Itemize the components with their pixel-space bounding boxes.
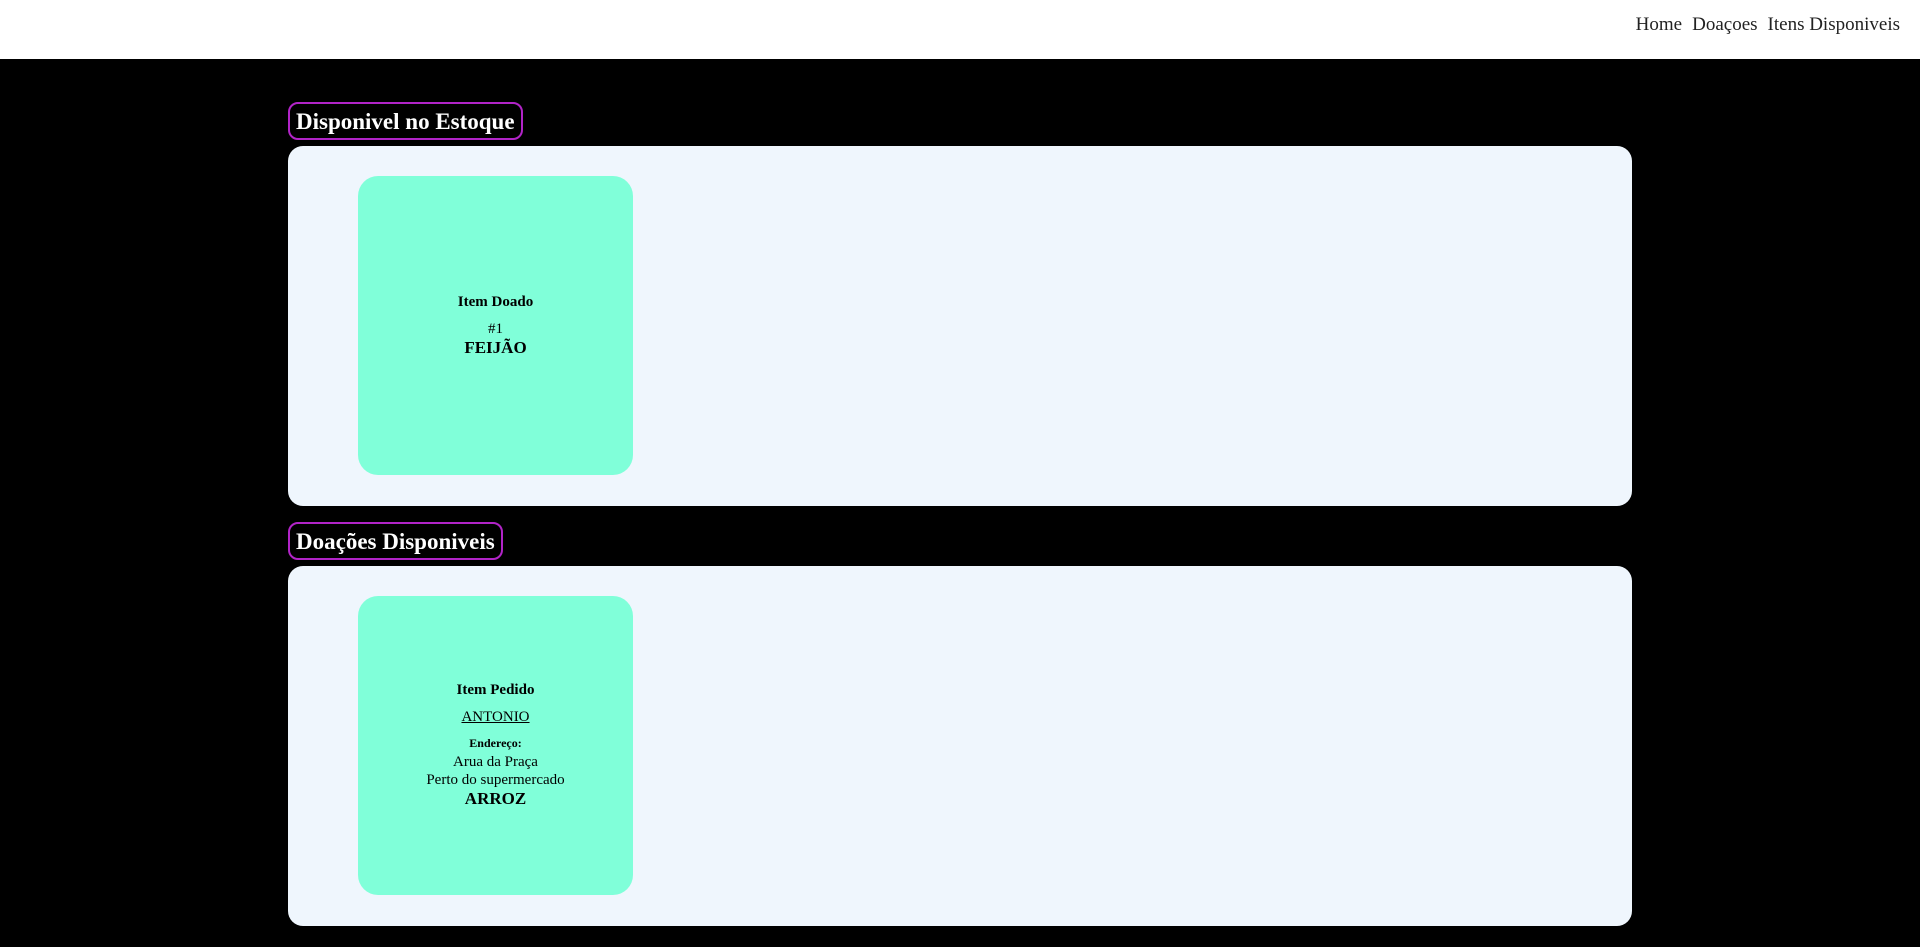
donation-request-card[interactable]: Item Pedido ANTONIO Endereço: Arua da Pr… xyxy=(358,596,633,895)
main-nav: Home Doaçoes Itens Disponiveis xyxy=(1636,14,1900,36)
nav-donations-link[interactable]: Doaçoes xyxy=(1692,14,1757,36)
nav-available-items-link[interactable]: Itens Disponiveis xyxy=(1768,14,1900,36)
donations-section-title: Doações Disponiveis xyxy=(288,522,503,560)
address-line-2: Perto do supermercado xyxy=(426,772,565,788)
stock-item-card[interactable]: Item Doado #1 FEIJÃO xyxy=(358,176,633,475)
stock-section-title: Disponivel no Estoque xyxy=(288,102,523,140)
stock-panel: Item Doado #1 FEIJÃO xyxy=(288,146,1632,506)
requester-name-link[interactable]: ANTONIO xyxy=(461,709,529,726)
donations-panel: Item Pedido ANTONIO Endereço: Arua da Pr… xyxy=(288,566,1632,926)
address-label: Endereço: xyxy=(469,736,522,750)
item-name: ARROZ xyxy=(464,789,527,808)
top-navbar: Home Doaçoes Itens Disponiveis xyxy=(0,0,1920,59)
nav-home-link[interactable]: Home xyxy=(1636,14,1682,36)
item-name: FEIJÃO xyxy=(464,337,527,357)
card-heading: Item Pedido xyxy=(456,682,535,698)
card-heading: Item Doado xyxy=(457,293,534,310)
address-line-1: Arua da Praça xyxy=(453,754,538,770)
item-number: #1 xyxy=(488,320,503,337)
